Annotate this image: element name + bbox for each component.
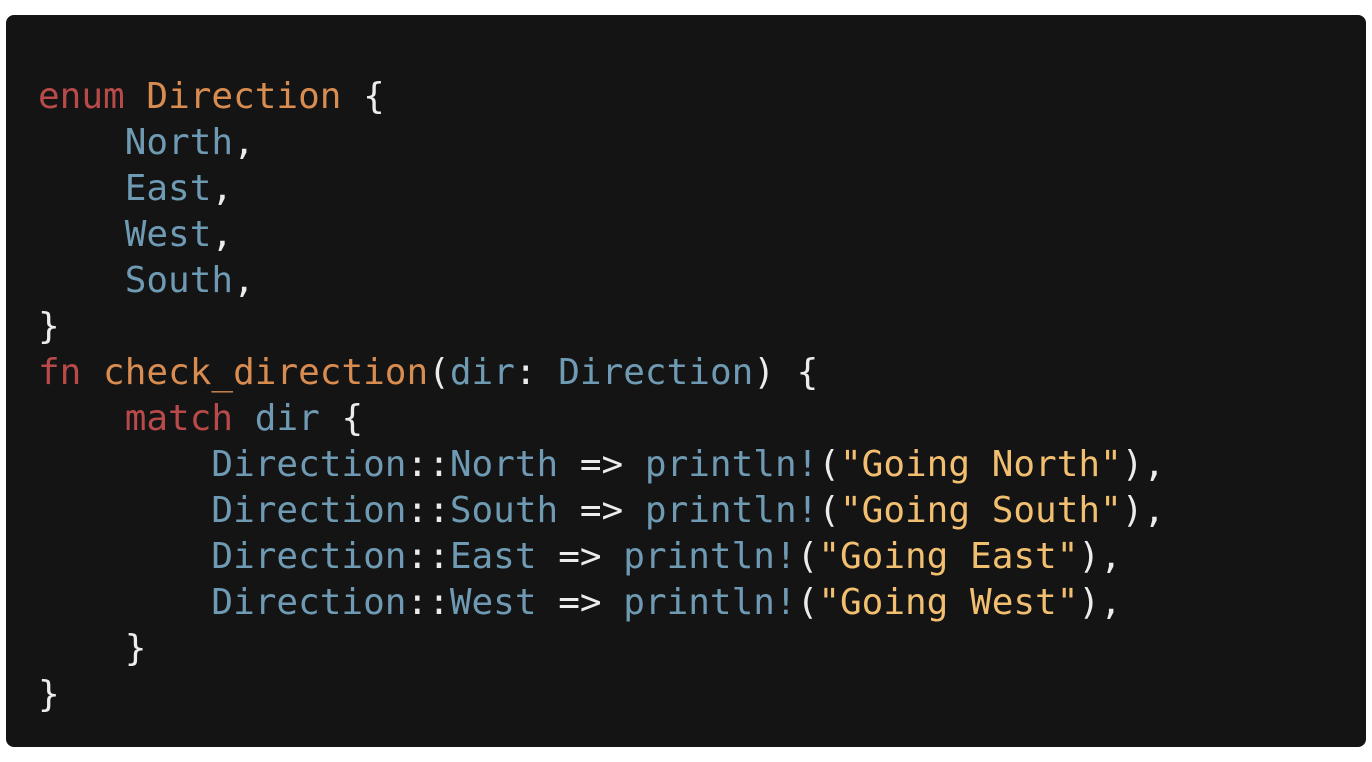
code-token-punct	[233, 398, 255, 439]
code-token-punct: :	[514, 352, 559, 393]
code-token-punct	[38, 582, 211, 623]
code-block: enum Direction { North, East, West, Sout…	[38, 74, 1165, 718]
code-token-punct: ::	[406, 582, 450, 623]
code-token-identifier: Direction	[211, 582, 407, 623]
code-token-identifier: dir	[254, 398, 320, 439]
code-token-identifier: East	[124, 168, 212, 209]
code-token-identifier: West	[124, 214, 212, 255]
code-token-string: "Going North"	[839, 444, 1122, 485]
code-token-punct: ::	[406, 536, 450, 577]
code-line: }	[38, 672, 1165, 718]
code-token-punct: ) {	[753, 352, 819, 393]
code-token-punct: ),	[1078, 582, 1122, 623]
code-token-identifier: East	[449, 536, 537, 577]
code-token-identifier: println!	[623, 536, 797, 577]
code-token-punct	[38, 444, 211, 485]
code-token-punct: (	[818, 490, 840, 531]
code-token-punct: =>	[536, 536, 624, 577]
code-token-punct: (	[428, 352, 450, 393]
code-line: Direction::East => println!("Going East"…	[38, 534, 1165, 580]
code-token-identifier: South	[449, 490, 559, 531]
code-token-keyword: fn	[38, 352, 82, 393]
code-token-punct: {	[319, 398, 364, 439]
code-token-punct	[38, 490, 211, 531]
code-token-string: "Going East"	[818, 536, 1079, 577]
code-token-punct: =>	[558, 444, 645, 485]
code-line: enum Direction {	[38, 74, 1165, 120]
code-token-punct: (	[796, 536, 819, 577]
code-token-punct: ),	[1121, 444, 1166, 485]
code-token-identifier: Direction	[211, 536, 407, 577]
code-token-keyword: enum	[38, 76, 125, 117]
code-line: Direction::North => println!("Going Nort…	[38, 442, 1165, 488]
code-line: West,	[38, 212, 1165, 258]
code-token-identifier: Direction	[558, 352, 754, 393]
code-token-punct: (	[818, 444, 840, 485]
code-token-punct: ),	[1078, 536, 1122, 577]
code-token-keyword: match	[124, 398, 234, 439]
code-token-punct: }	[124, 628, 147, 669]
code-token-identifier: dir	[449, 352, 515, 393]
code-line: match dir {	[38, 396, 1165, 442]
code-token-punct: ),	[1121, 490, 1166, 531]
code-token-function: check_direction	[103, 352, 429, 393]
code-token-identifier: println!	[644, 490, 819, 531]
code-token-punct	[125, 76, 147, 117]
code-token-punct: }	[38, 306, 60, 347]
code-line: North,	[38, 120, 1165, 166]
code-token-punct: ,	[233, 260, 255, 301]
code-token-identifier: Direction	[211, 490, 407, 531]
code-token-punct	[38, 214, 125, 255]
code-token-punct: =>	[558, 490, 645, 531]
code-token-punct: }	[38, 674, 60, 715]
code-token-identifier: North	[449, 444, 559, 485]
code-line: fn check_direction(dir: Direction) {	[38, 350, 1165, 396]
code-token-string: "Going South"	[839, 490, 1122, 531]
code-token-identifier: North	[124, 122, 234, 163]
code-token-punct	[38, 536, 211, 577]
code-line: Direction::South => println!("Going Sout…	[38, 488, 1165, 534]
code-token-punct: ,	[211, 214, 234, 255]
code-token-punct	[38, 260, 125, 301]
code-token-punct	[38, 168, 125, 209]
code-token-punct: (	[796, 582, 819, 623]
code-token-type: Direction	[146, 76, 342, 117]
code-token-punct: ,	[233, 122, 255, 163]
code-token-punct: ::	[406, 490, 450, 531]
code-token-identifier: West	[449, 582, 537, 623]
code-token-identifier: South	[124, 260, 234, 301]
code-line: Direction::West => println!("Going West"…	[38, 580, 1165, 626]
code-token-identifier: println!	[623, 582, 797, 623]
code-token-string: "Going West"	[818, 582, 1079, 623]
code-line: East,	[38, 166, 1165, 212]
code-token-identifier: Direction	[211, 444, 407, 485]
code-token-punct	[38, 398, 125, 439]
code-line: }	[38, 626, 1165, 672]
code-line: South,	[38, 258, 1165, 304]
code-token-punct: ::	[406, 444, 450, 485]
code-panel: enum Direction { North, East, West, Sout…	[6, 15, 1366, 747]
code-line: }	[38, 304, 1165, 350]
code-token-punct: =>	[536, 582, 624, 623]
code-token-identifier: println!	[644, 444, 819, 485]
code-token-punct: {	[341, 76, 385, 117]
code-token-punct	[38, 628, 125, 669]
code-token-punct	[38, 122, 125, 163]
code-token-punct	[81, 352, 103, 393]
code-token-punct: ,	[211, 168, 234, 209]
